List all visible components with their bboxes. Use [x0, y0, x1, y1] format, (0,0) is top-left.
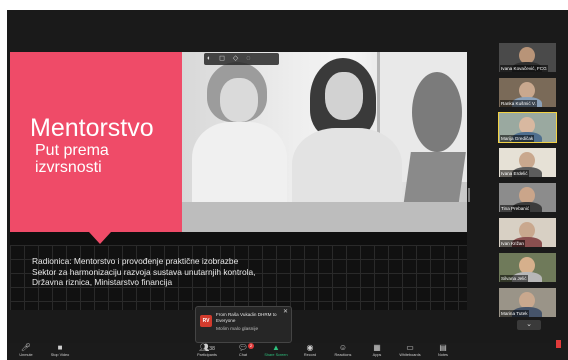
smiley-icon: ☺	[338, 343, 348, 352]
whiteboard-icon: ▭	[406, 343, 414, 352]
camera-icon: ■	[57, 343, 63, 352]
participant-name: Marina Tutek	[500, 310, 529, 317]
zoom-window: Mentorstvo Put prema izvrsnosti ◐ ◻ ◇ ◌ …	[7, 10, 568, 360]
close-icon[interactable]: ✕	[283, 308, 288, 315]
slide-photo: ◐ ◻ ◇ ◌	[182, 52, 467, 232]
split-handle[interactable]	[468, 188, 470, 202]
participant-name: Tina Prebanić	[500, 205, 531, 212]
participant-tile[interactable]: Ranka Kušmić V.	[499, 78, 556, 107]
microphone-icon: 🎤︎	[20, 343, 32, 352]
participant-gallery: Ivana Kovačević, FCG Ranka Kušmić V. Mar…	[498, 43, 557, 323]
participant-tile[interactable]: Ivana Kovačević, FCG	[499, 43, 556, 72]
chat-message: Molim malo glasnije	[216, 327, 259, 332]
participant-tile[interactable]: Marina Tutek	[499, 288, 556, 317]
record-button[interactable]: ◉ Record	[293, 343, 327, 360]
participant-name: Ivana Erdelić	[500, 170, 529, 177]
participant-tile[interactable]: Tina Prebanić	[499, 183, 556, 212]
participant-tile[interactable]: Ivan Križan	[499, 218, 556, 247]
shared-screen: Mentorstvo Put prema izvrsnosti ◐ ◻ ◇ ◌ …	[10, 52, 467, 310]
people-icon: 👥︎38	[199, 343, 215, 352]
chat-badge: 2	[248, 343, 254, 349]
gallery-scroll-down-icon[interactable]: ⌄	[517, 320, 541, 330]
background-plant	[412, 72, 462, 152]
slide-line-1: Radionica: Mentorstvo i provođenje prakt…	[32, 256, 239, 266]
participant-name: Marija Gredičak	[500, 135, 535, 142]
reactions-button[interactable]: ☺ Reactions	[326, 343, 360, 360]
meeting-toolbar: 🎤︎ Unmute ■ Stop Video 👥︎38 Participants 💬︎…	[7, 343, 568, 360]
sender-avatar: RV	[200, 315, 212, 327]
laptop	[403, 152, 466, 207]
chat-sender: From Raša Vukadin DHRM to Everyone	[216, 312, 277, 323]
slide-line-2: Sektor za harmonizaciju razvoja sustava …	[32, 266, 256, 277]
notes-icon: ▤	[439, 343, 447, 352]
slide-description: Radionica: Mentorstvo i provođenje prakt…	[32, 256, 255, 288]
stop-video-button[interactable]: ■ Stop Video	[43, 343, 77, 360]
apps-button[interactable]: ▦ Apps	[360, 343, 394, 360]
participant-tile[interactable]: Silvana Jelić	[499, 253, 556, 282]
slide-title: Mentorstvo	[30, 114, 154, 142]
participant-name: Ranka Kušmić V.	[500, 100, 537, 107]
chat-icon: 💬︎	[237, 343, 249, 352]
slide-line-3: Državna riznica, Ministarstvo financija	[32, 277, 173, 287]
unmute-button[interactable]: 🎤︎ Unmute	[9, 343, 43, 360]
apps-icon: ▦	[373, 343, 381, 352]
title-panel: Mentorstvo Put prema izvrsnosti	[10, 52, 182, 244]
person-left	[192, 122, 287, 212]
whiteboards-button[interactable]: ▭ Whiteboards	[393, 343, 427, 360]
chat-notification[interactable]: RV From Raša Vukadin DHRM to Everyone Mo…	[195, 306, 292, 343]
desk	[182, 202, 467, 232]
participant-tile-active-speaker[interactable]: Marija Gredičak	[498, 112, 557, 143]
slide-subtitle: Put prema izvrsnosti	[35, 142, 109, 176]
share-screen-button[interactable]: ▲ Share Screen	[259, 343, 293, 360]
participant-name: Silvana Jelić	[500, 275, 528, 282]
leave-button[interactable]	[556, 340, 561, 348]
chat-button[interactable]: 💬︎ 2 Chat	[226, 343, 260, 360]
annotation-toolbar[interactable]: ◐ ◻ ◇ ◌	[204, 53, 279, 65]
notes-button[interactable]: ▤ Notes	[426, 343, 460, 360]
record-icon: ◉	[306, 343, 314, 352]
share-icon: ▲	[272, 343, 280, 352]
participants-button[interactable]: 👥︎38 Participants	[190, 343, 224, 360]
panel-pointer	[89, 232, 111, 244]
participant-tile[interactable]: Ivana Erdelić	[499, 148, 556, 177]
participant-name: Ivana Kovačević, FCG	[500, 65, 548, 72]
participant-name: Ivan Križan	[500, 240, 525, 247]
